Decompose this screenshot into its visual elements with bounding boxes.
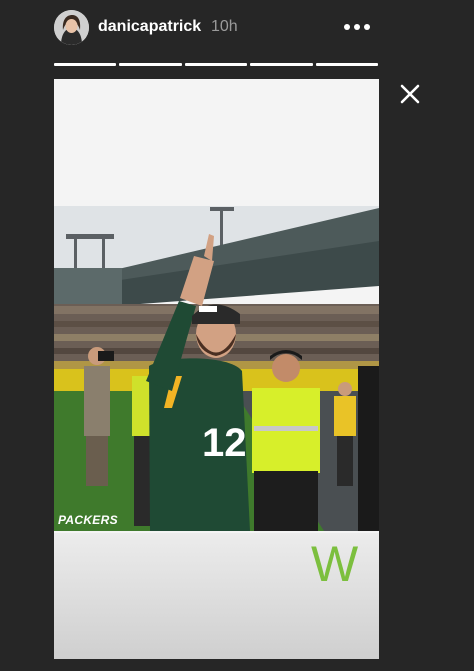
football-player-photo: 12 [54,206,379,531]
avatar-image [54,10,89,45]
story-progress-bar [54,63,379,66]
timestamp: 10h [211,18,238,35]
progress-segment [119,63,182,66]
photo-watermark: PACKERS [58,513,118,527]
username[interactable]: danicapatrick [98,17,201,37]
story-content[interactable]: 12 PACKERS W [54,79,379,659]
close-icon[interactable] [397,81,423,107]
progress-segment [250,63,313,66]
progress-segment [315,63,379,66]
avatar[interactable] [54,10,89,45]
progress-segment [54,63,117,66]
caption-text: W [311,536,359,592]
story-header: danicapatrick 10h [0,0,474,60]
more-horizontal-icon[interactable] [340,14,374,40]
story-photo: 12 PACKERS [54,206,379,531]
progress-segment [184,63,248,66]
jersey-number: 12 [202,421,247,465]
caption-area: W [54,533,379,659]
